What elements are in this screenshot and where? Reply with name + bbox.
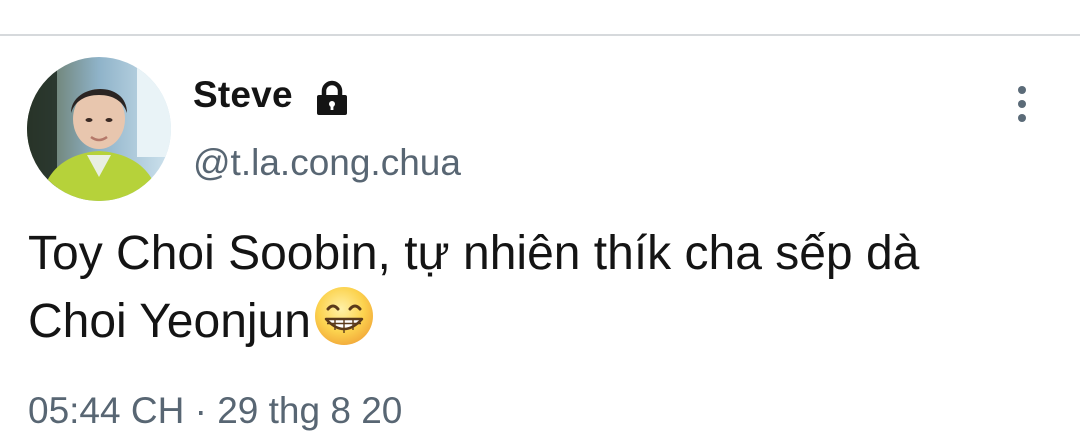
tweet-text-line-1: Toy Choi Soobin, tự nhiên thík cha sếp d… — [28, 227, 920, 280]
more-vertical-icon[interactable] — [1002, 82, 1042, 126]
more-dot — [1018, 86, 1026, 94]
tweet[interactable]: Steve @t.la.cong.chua Toy Choi Soobin, t… — [0, 36, 1080, 431]
avatar[interactable] — [27, 57, 171, 201]
grinning-face-emoji-icon — [314, 287, 373, 345]
display-name[interactable]: Steve — [193, 74, 293, 116]
avatar-photo — [27, 57, 171, 201]
tweet-timestamp[interactable]: 05:44 CH · 29 thg 8 20 — [28, 390, 402, 432]
tweet-text-line-2: Choi Yeonjun — [28, 285, 1073, 353]
tweet-text-line-2-text: Choi Yeonjun — [28, 295, 311, 348]
more-dot — [1018, 100, 1026, 108]
more-dot — [1018, 114, 1026, 122]
tweet-text: Toy Choi Soobin, tự nhiên thík cha sếp d… — [28, 222, 1073, 353]
username-handle[interactable]: @t.la.cong.chua — [193, 142, 461, 184]
lock-icon — [317, 80, 347, 115]
previous-item-strip — [0, 0, 1080, 34]
